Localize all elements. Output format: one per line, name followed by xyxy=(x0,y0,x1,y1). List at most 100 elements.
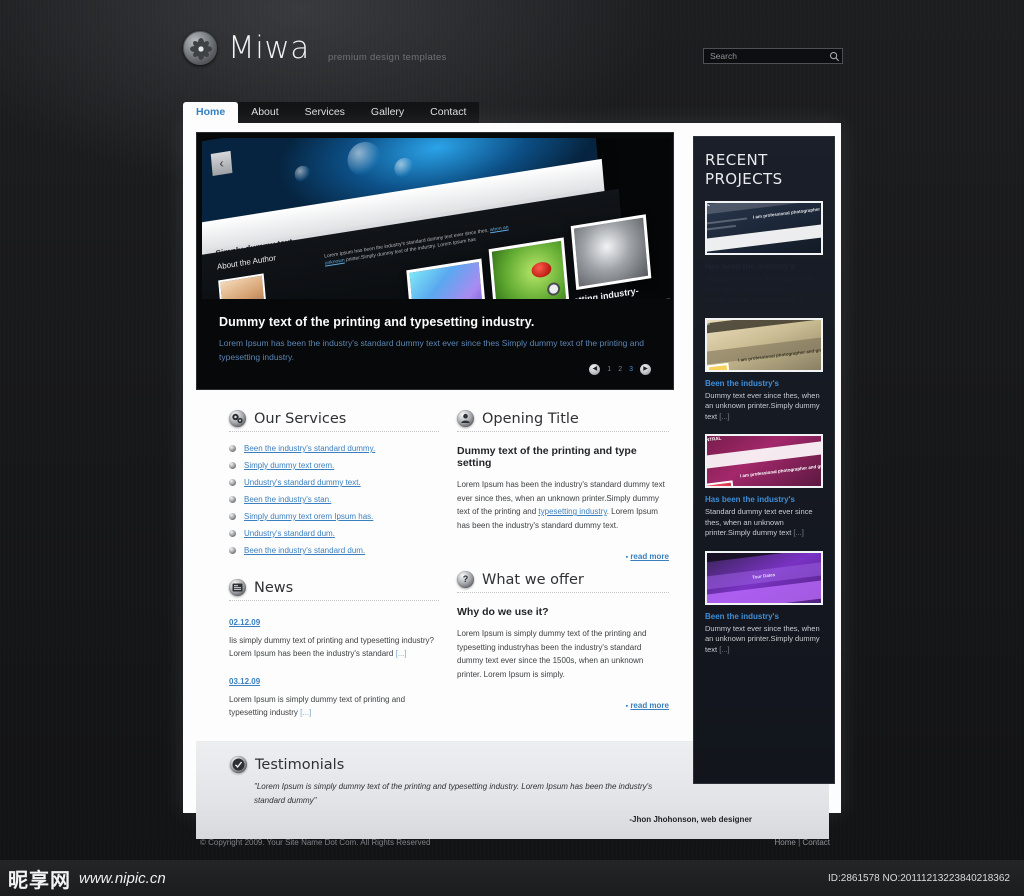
opening-read-more[interactable]: ▪ read more xyxy=(457,552,669,561)
project-text: Dummy text ever since thes, when an unkn… xyxy=(705,624,823,656)
mockup-thumb-droplets xyxy=(570,214,652,291)
project-title[interactable]: Has been the industry's xyxy=(705,495,834,504)
list-item[interactable]: Simply dummy text orem. xyxy=(229,461,439,470)
project-text: Dummy text ever since thes, when an unkn… xyxy=(705,391,823,423)
main-navigation: Home About Services Gallery Contact xyxy=(183,102,841,123)
list-item[interactable]: Undustry's standard dum. xyxy=(229,529,439,538)
news-more[interactable]: [...] xyxy=(300,708,311,717)
project-more[interactable]: [...] xyxy=(719,645,729,654)
read-more-link[interactable]: read more xyxy=(630,552,669,561)
search-box[interactable] xyxy=(703,48,843,64)
sidebar-title: RECENT PROJECTS xyxy=(705,151,834,189)
slider-dot-2[interactable]: 2 xyxy=(618,366,622,373)
project-title[interactable]: Has been the industry's xyxy=(705,262,834,271)
bullet-icon xyxy=(229,547,236,554)
gears-icon xyxy=(229,410,246,427)
nav-item-home[interactable]: Home xyxy=(183,102,239,123)
site-tagline: premium design templates xyxy=(328,52,447,63)
project-thumbnail[interactable]: I am professional photographer and graph… xyxy=(705,317,823,372)
project-thumbnail[interactable]: I am professional photographer and graph… xyxy=(705,434,823,488)
bullet-icon xyxy=(229,513,236,520)
recent-projects-sidebar: RECENT PROJECTS I am professional photog… xyxy=(693,136,835,784)
slider-next-button[interactable]: ▶ xyxy=(640,364,651,375)
offer-read-more[interactable]: ▪ read more xyxy=(457,701,669,710)
project-thumbnail[interactable]: I am professional photographer and graph… xyxy=(705,201,823,255)
bullet-icon xyxy=(229,530,236,537)
mockup-thumb-leaf xyxy=(488,237,570,299)
list-item[interactable]: Been the industry's standard dum. xyxy=(229,546,439,555)
footer-link-contact[interactable]: Contact xyxy=(802,838,830,847)
newspaper-icon xyxy=(229,579,246,596)
service-link[interactable]: Been the industry's stan. xyxy=(244,495,331,504)
bullet-icon xyxy=(229,462,236,469)
news-more[interactable]: [...] xyxy=(396,649,407,658)
project-text: Standard dummy text ever since thes, whe… xyxy=(705,507,823,539)
service-link[interactable]: Undustry's standard dum. xyxy=(244,529,335,538)
slider-prev-button[interactable]: ◀ xyxy=(589,364,601,375)
services-list: Been the industry's standard dummy. Simp… xyxy=(229,444,439,555)
question-mark-icon: ? xyxy=(457,571,474,588)
service-link[interactable]: Been the industry's standard dummy. xyxy=(244,444,375,453)
slider-dot-3[interactable]: 3 xyxy=(629,366,633,373)
project-item[interactable]: I am professional photographer and graph… xyxy=(705,201,834,306)
section-title: Testimonials xyxy=(255,756,345,773)
project-title[interactable]: Been the industry's xyxy=(705,379,834,388)
thumb-brand: lorem xyxy=(705,320,710,327)
project-item[interactable]: I am professional photographer and graph… xyxy=(705,317,834,423)
project-more[interactable]: [...] xyxy=(793,528,803,537)
nav-item-contact[interactable]: Contact xyxy=(417,102,480,123)
news-item[interactable]: 03.12.09 Lorem Ipsum is simply dummy tex… xyxy=(229,671,439,719)
watermark-brand: 昵享网 xyxy=(8,867,71,892)
magnifier-icon xyxy=(546,281,561,297)
section-title: News xyxy=(254,579,294,596)
page-root: Miwa premium design templates Home About… xyxy=(0,0,1024,896)
slider-body: Lorem Ipsum has been the industry's stan… xyxy=(219,338,644,362)
site-header: Miwa premium design templates xyxy=(183,26,843,88)
hero-slider[interactable]: ‹ Simply dummy text Lorem Ipsum has been… xyxy=(196,132,674,390)
project-more[interactable]: [...] xyxy=(793,295,803,304)
service-link[interactable]: Simply dummy text orem Ipsum has. xyxy=(244,512,373,521)
nav-item-services[interactable]: Services xyxy=(291,102,358,123)
read-more-link[interactable]: read more xyxy=(630,701,669,710)
project-text: Standard dummy text ever since thes, whe… xyxy=(705,274,823,306)
search-icon[interactable] xyxy=(826,51,842,62)
list-item[interactable]: Undustry's standard dummy text. xyxy=(229,478,439,487)
nav-item-gallery[interactable]: Gallery xyxy=(357,102,418,123)
list-item[interactable]: Been the industry's standard dummy. xyxy=(229,444,439,453)
footer-link-home[interactable]: Home xyxy=(775,838,796,847)
opening-inline-link[interactable]: typesetting industry xyxy=(538,507,606,516)
flower-circle-logo-icon xyxy=(183,31,217,65)
thumb-brand: N CENTRAL xyxy=(705,435,722,444)
offer-subtitle: Why do we use it? xyxy=(457,606,549,618)
watermark-bar: 昵享网 www.nipic.cn ID:2861578 NO:201112132… xyxy=(0,860,1024,896)
what-we-offer-section: ? What we offer Why do we use it? Lorem … xyxy=(457,571,669,710)
slider-caption: Dummy text of the printing and typesetti… xyxy=(197,301,673,364)
project-item[interactable]: Latest Tour Dates Tour Dates Been the in… xyxy=(705,550,834,656)
bullet-icon xyxy=(229,496,236,503)
section-divider xyxy=(229,600,439,601)
news-section: News 02.12.09 Iis simply dummy text of p… xyxy=(229,579,439,719)
project-item[interactable]: I am professional photographer and graph… xyxy=(705,434,834,539)
service-link[interactable]: Undustry's standard dummy text. xyxy=(244,478,361,487)
project-title[interactable]: Been the industry's xyxy=(705,612,834,621)
slider-dot-1[interactable]: 1 xyxy=(607,366,611,373)
list-item[interactable]: Been the industry's stan. xyxy=(229,495,439,504)
nav-item-about[interactable]: About xyxy=(238,102,292,123)
list-item[interactable]: Simply dummy text orem Ipsum has. xyxy=(229,512,439,521)
news-date[interactable]: 02.12.09 xyxy=(229,618,260,627)
watermark-id: ID:2861578 NO:20111213223840218362 xyxy=(827,872,1010,884)
right-column: Opening Title Dummy text of the printing… xyxy=(457,410,669,719)
news-date[interactable]: 03.12.09 xyxy=(229,677,260,686)
project-thumbnail[interactable]: Latest Tour Dates Tour Dates xyxy=(705,550,823,605)
mockup-author-photo xyxy=(218,273,268,299)
news-item[interactable]: 02.12.09 Iis simply dummy text of printi… xyxy=(229,612,439,660)
offer-body: Lorem Ipsum is simply dummy text of the … xyxy=(457,629,647,679)
logo[interactable]: Miwa xyxy=(183,30,310,66)
site-footer: © Copyright 2009. Your Site Name Dot Com… xyxy=(200,838,830,847)
service-link[interactable]: Simply dummy text orem. xyxy=(244,461,334,470)
search-input[interactable] xyxy=(704,51,826,61)
slider-pagination: ◀ 1 2 3 ▶ xyxy=(589,364,651,375)
service-link[interactable]: Been the industry's standard dum. xyxy=(244,546,365,555)
ladybug-shape xyxy=(530,260,552,279)
project-more[interactable]: [...] xyxy=(719,412,729,421)
